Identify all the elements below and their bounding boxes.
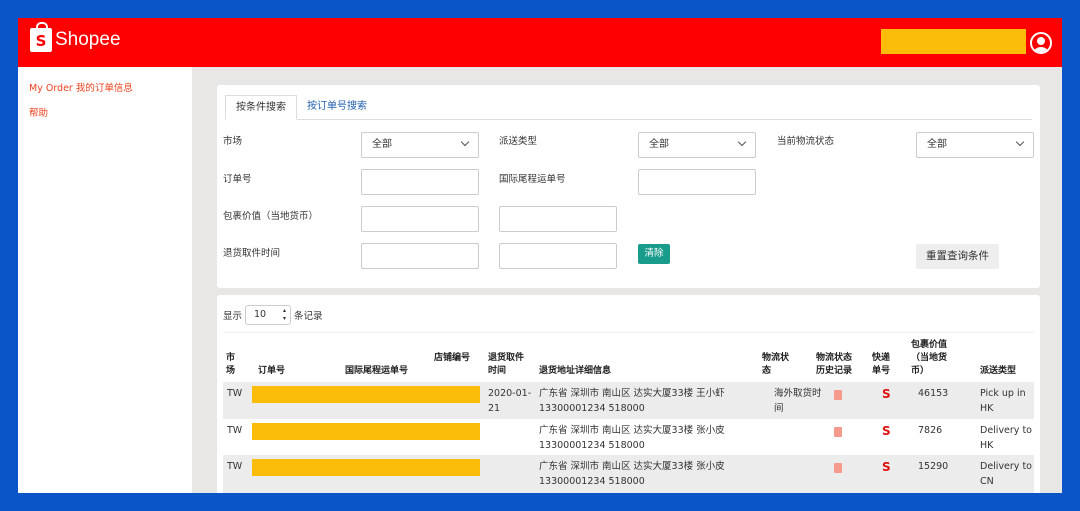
show-label: 显示 — [223, 311, 243, 322]
sidebar-item-help[interactable]: 帮助 — [29, 105, 48, 119]
package-value-min-input[interactable] — [361, 206, 479, 232]
order-no-input[interactable] — [361, 169, 479, 195]
package-value-max-input[interactable] — [499, 206, 617, 232]
address-cell: 广东省 深圳市 南山区 达实大厦33楼 张小皮 13300001234 5180… — [539, 425, 725, 451]
table-row: TW 广东省 深圳市 南山区 达实大厦33楼 张小皮 13300001234 5… — [223, 419, 1034, 455]
page-size-select[interactable]: 10 — [245, 305, 292, 325]
address-cell: 广东省 深圳市 南山区 达实大厦33楼 王小虾 13300001234 5180… — [539, 388, 725, 414]
logistics-status-label: 当前物流状态 — [777, 136, 835, 147]
search-panel: 按条件搜索 按订单号搜索 市场 全部 派送类型 全部 当前物流状态 全部 订单号… — [217, 85, 1040, 288]
intl-tracking-label: 国际尾程运单号 — [499, 174, 566, 185]
market-select[interactable]: 全部 — [361, 132, 479, 158]
history-document-icon[interactable] — [834, 390, 842, 400]
delivery-type-value: 全部 — [649, 139, 669, 150]
delivery-cell: Pick up in HK — [980, 388, 1026, 414]
page-size-control: 显示 10 条记录 — [223, 305, 323, 325]
col-address[interactable]: 退货地址详细信息 — [539, 365, 611, 378]
courier-logo-icon[interactable]: S — [882, 461, 892, 473]
courier-logo-icon[interactable]: S — [882, 425, 892, 437]
value-cell: 46153 — [918, 388, 949, 399]
tab-condition-search[interactable]: 按条件搜索 — [225, 95, 297, 120]
shopee-logo[interactable]: S Shopee — [30, 22, 121, 52]
logistics-status-value: 全部 — [927, 139, 947, 150]
app-window: S Shopee My Order 我的订单信息 帮助 按条件搜索 按订单号搜索… — [18, 18, 1062, 493]
sidebar-item-my-order[interactable]: My Order 我的订单信息 — [29, 80, 133, 94]
reset-query-button[interactable]: 重置查询条件 — [916, 244, 999, 269]
logo-text: Shopee — [55, 29, 121, 50]
col-intl-tracking[interactable]: 国际尾程运单号 — [345, 365, 408, 378]
package-value-label: 包裹价值（当地货币） — [223, 211, 319, 222]
delivery-cell: Delivery to CN — [980, 461, 1032, 487]
col-courier-no[interactable]: 快递单号 — [872, 352, 894, 378]
value-cell: 15290 — [918, 461, 949, 472]
col-pickup-time[interactable]: 退货取件时间 — [488, 352, 524, 378]
pickup-time-start-input[interactable] — [361, 243, 479, 269]
col-market[interactable]: 市场 — [226, 352, 238, 378]
address-cell: 广东省 深圳市 南山区 达实大厦33楼 张小皮 13300001234 5180… — [539, 461, 725, 487]
divider — [223, 332, 1034, 333]
chevron-down-icon — [737, 137, 747, 147]
col-package-value[interactable]: 包裹价值（当地货币） — [911, 339, 953, 378]
redacted-ids — [252, 459, 480, 476]
shopping-bag-icon: S — [30, 22, 52, 52]
market-cell: TW — [227, 425, 243, 436]
pickup-time-cell: 2020-01-21 — [488, 388, 532, 414]
records-label: 条记录 — [294, 311, 323, 322]
logistics-status-select[interactable]: 全部 — [916, 132, 1034, 158]
tab-order-number-search[interactable]: 按订单号搜索 — [297, 95, 377, 120]
market-cell: TW — [227, 461, 243, 472]
delivery-type-select[interactable]: 全部 — [638, 132, 756, 158]
market-label: 市场 — [223, 136, 243, 147]
clear-button[interactable]: 清除 — [638, 244, 670, 264]
results-panel: 显示 10 条记录 市场 订单号 国际尾程运单号 店铺编号 退货取件时间 退货地… — [217, 295, 1040, 493]
user-name-redacted — [881, 29, 1026, 54]
delivery-cell: Delivery to HK — [980, 425, 1032, 451]
value-cell: 7826 — [918, 425, 943, 436]
table-row: TW 2020-01-21 广东省 深圳市 南山区 达实大厦33楼 王小虾 13… — [223, 382, 1034, 419]
status-cell: 海外取货时间 — [774, 388, 822, 414]
col-delivery-type[interactable]: 派送类型 — [980, 365, 1016, 378]
delivery-type-label: 派送类型 — [499, 136, 538, 147]
col-logistics-status[interactable]: 物流状态 — [762, 352, 792, 378]
history-document-icon[interactable] — [834, 427, 842, 437]
col-shop-no[interactable]: 店铺编号 — [434, 352, 470, 365]
market-value: 全部 — [372, 139, 392, 150]
col-order-no[interactable]: 订单号 — [258, 365, 285, 378]
table-row: TW 广东省 深圳市 南山区 达实大厦33楼 张小皮 13300001234 5… — [223, 455, 1034, 493]
header: S Shopee — [18, 18, 1062, 67]
chevron-down-icon — [460, 137, 470, 147]
courier-logo-icon[interactable]: S — [882, 388, 892, 400]
user-avatar-icon[interactable] — [1030, 32, 1052, 54]
intl-tracking-input[interactable] — [638, 169, 756, 195]
redacted-ids — [252, 386, 480, 403]
history-document-icon[interactable] — [834, 463, 842, 473]
order-no-label: 订单号 — [223, 174, 252, 185]
market-cell: TW — [227, 388, 243, 399]
col-status-history[interactable]: 物流状态历史记录 — [816, 352, 858, 378]
pickup-time-end-input[interactable] — [499, 243, 617, 269]
pickup-time-label: 退货取件时间 — [223, 248, 281, 259]
chevron-down-icon — [1015, 137, 1025, 147]
redacted-ids — [252, 423, 480, 440]
sidebar: My Order 我的订单信息 帮助 — [18, 67, 192, 493]
